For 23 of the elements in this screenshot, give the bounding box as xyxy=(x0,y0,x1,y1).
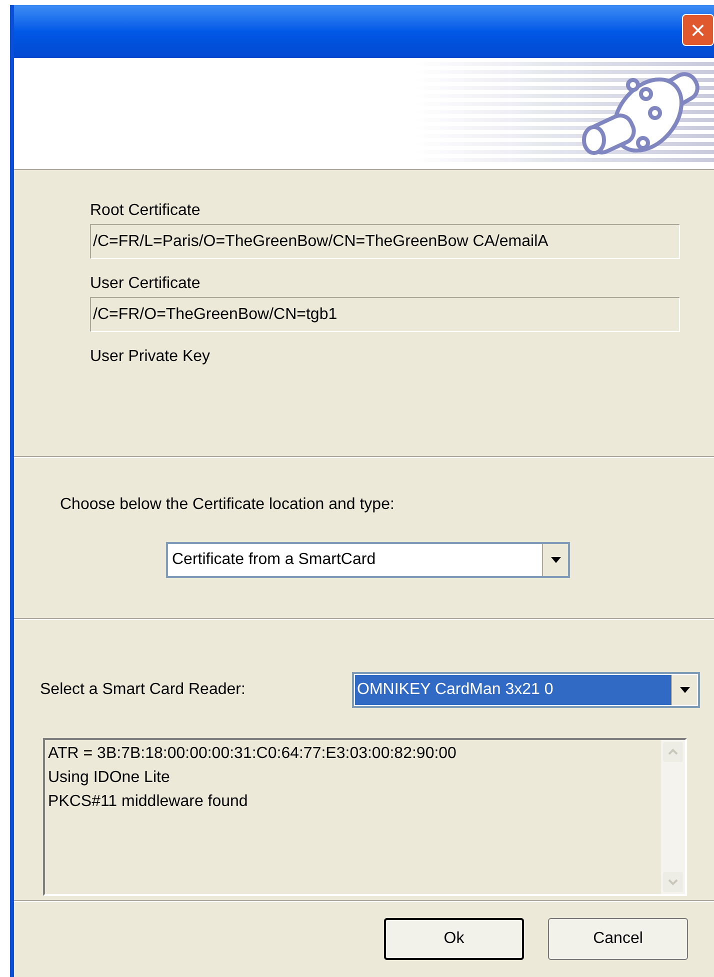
log-line: PKCS#11 middleware found xyxy=(48,792,249,812)
log-line: Using IDOne Lite xyxy=(48,768,171,788)
scroll-down-icon[interactable] xyxy=(663,872,683,892)
location-dropdown[interactable]: Certificate from a SmartCard xyxy=(166,542,570,578)
dropdown-button[interactable] xyxy=(671,675,697,705)
scroll-up-icon[interactable] xyxy=(663,742,683,762)
dialog-button[interactable]: Cancel xyxy=(548,918,688,960)
field-label: Root Certificate xyxy=(90,201,202,221)
log-box[interactable]: ATR = 3B:7B:18:00:00:00:31:C0:64:77:E3:03:00:82:90:00 Using IDOne Lite PKCS#11 middleware found xyxy=(43,738,687,896)
field-label: User Private Key xyxy=(90,347,212,367)
caret-icon xyxy=(550,557,560,563)
scrollbar[interactable] xyxy=(661,740,685,894)
certificate-field[interactable]: /C=FR/L=Paris/O=TheGreenBow/CN=TheGreenBow CA/emailA xyxy=(90,224,680,259)
reader-label: Select a Smart Card Reader: xyxy=(40,680,246,700)
certificate-field[interactable]: /C=FR/O=TheGreenBow/CN=tgb1 xyxy=(90,297,680,332)
dropdown-button[interactable] xyxy=(542,544,568,576)
location-prompt: Choose below the Certificate location and type: xyxy=(60,495,396,515)
log-line: ATR = 3B:7B:18:00:00:00:31:C0:64:77:E3:03:00:82:90:00 xyxy=(48,744,458,764)
field-label: User Certificate xyxy=(90,274,202,294)
close-button[interactable]: × xyxy=(682,14,714,46)
dialog-button[interactable]: Ok xyxy=(384,918,524,960)
caret-icon xyxy=(680,687,690,693)
reader-dropdown[interactable]: OMNIKEY CardMan 3x21 0 xyxy=(352,672,700,708)
